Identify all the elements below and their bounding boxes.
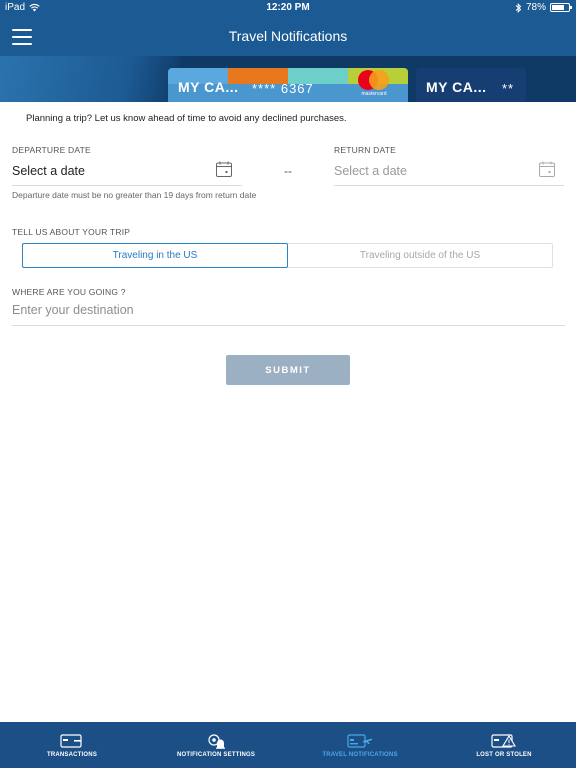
destination-field xyxy=(12,299,565,326)
departure-date-value: Select a date xyxy=(12,164,85,178)
tab-label: TRAVEL NOTIFICATIONS xyxy=(322,752,398,758)
bluetooth-icon xyxy=(515,2,522,13)
card-brand: mastercard xyxy=(361,91,387,97)
return-date-value: Select a date xyxy=(334,164,407,178)
departure-date-label: DEPARTURE DATE xyxy=(12,145,91,155)
card-next[interactable]: MY CA... ** xyxy=(416,68,526,102)
battery-percent: 78% xyxy=(525,2,546,13)
card-plane-icon xyxy=(347,734,372,748)
trip-type-label: TELL US ABOUT YOUR TRIP xyxy=(12,227,131,237)
tab-bar: TRANSACTIONS NOTIFICATION SETTINGS TRAVE… xyxy=(0,722,576,768)
status-right: 78% xyxy=(515,2,572,13)
destination-label: WHERE ARE YOU GOING ? xyxy=(12,287,126,297)
mastercard-logo-icon: mastercard xyxy=(354,70,390,97)
card-number: **** 6367 xyxy=(252,81,314,96)
card-carousel[interactable]: MY CA... **** 6367 mastercard MY CA... *… xyxy=(0,56,576,102)
status-bar: iPad 12:20 PM 78% xyxy=(0,0,576,16)
tab-transactions[interactable]: TRANSACTIONS xyxy=(0,722,144,768)
segment-traveling-in-us[interactable]: Traveling in the US xyxy=(22,243,288,268)
tab-notification-settings[interactable]: NOTIFICATION SETTINGS xyxy=(144,722,288,768)
card-name: MY CA... xyxy=(178,79,239,95)
card-name-second: MY CA... xyxy=(426,79,487,95)
departure-date-field[interactable]: Select a date xyxy=(12,158,242,186)
tab-lost-or-stolen[interactable]: LOST OR STOLEN xyxy=(432,722,576,768)
tab-label: TRANSACTIONS xyxy=(46,752,98,758)
tab-label: LOST OR STOLEN xyxy=(476,752,532,758)
card-icon xyxy=(60,734,82,748)
battery-fill xyxy=(552,5,564,10)
submit-button[interactable]: SUBMIT xyxy=(226,355,350,385)
gear-bell-icon xyxy=(208,734,225,749)
page-title: Travel Notifications xyxy=(228,28,348,44)
segment-traveling-outside-us[interactable]: Traveling outside of the US xyxy=(288,244,552,267)
destination-input[interactable] xyxy=(12,299,565,317)
calendar-icon[interactable] xyxy=(215,160,233,178)
card-alert-icon xyxy=(491,734,516,748)
departure-date-hint: Departure date must be no greater than 1… xyxy=(12,190,257,200)
card-selected[interactable]: MY CA... **** 6367 mastercard xyxy=(168,68,408,102)
intro-text: Planning a trip? Let us know ahead of ti… xyxy=(26,113,347,124)
navigation-bar: Travel Notifications xyxy=(0,16,576,56)
tab-label: NOTIFICATION SETTINGS xyxy=(176,752,256,758)
tab-travel-notifications[interactable]: TRAVEL NOTIFICATIONS xyxy=(288,722,432,768)
return-date-label: RETURN DATE xyxy=(334,145,397,155)
date-separator: -- xyxy=(284,164,292,178)
return-date-field[interactable]: Select a date xyxy=(334,158,564,186)
card-number-second: ** xyxy=(502,81,515,96)
calendar-icon[interactable] xyxy=(538,160,556,178)
trip-type-segmented-control: Traveling in the US Traveling outside of… xyxy=(22,243,553,268)
status-time: 12:20 PM xyxy=(266,2,310,13)
battery-icon xyxy=(550,3,572,12)
